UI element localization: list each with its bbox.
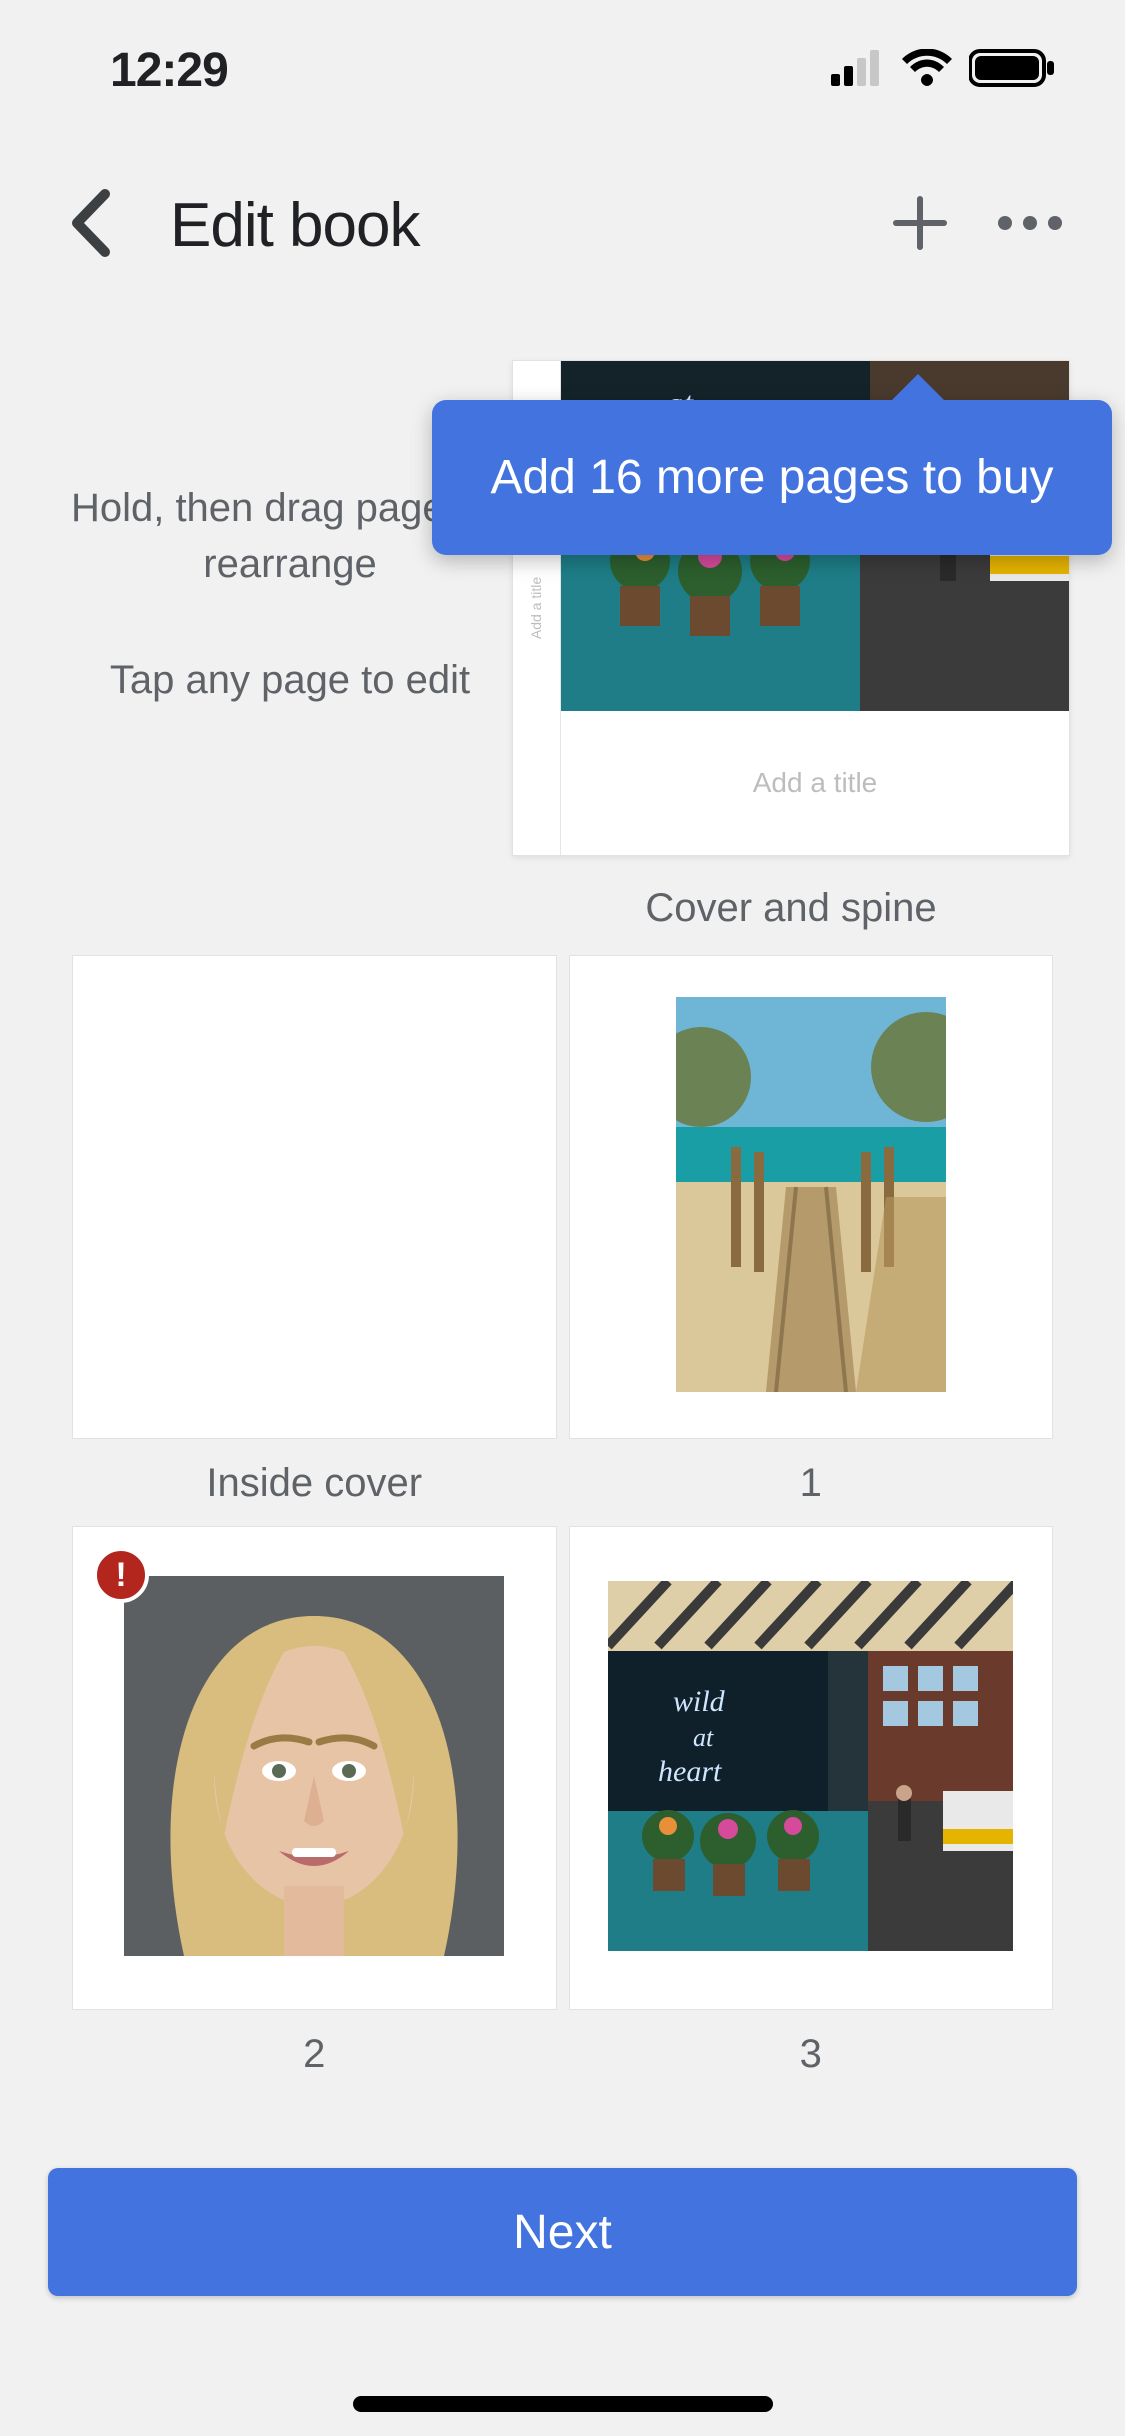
svg-text:heart: heart xyxy=(658,1755,722,1788)
pages-grid: Inside cover xyxy=(72,955,1053,2077)
svg-text:at: at xyxy=(693,1723,714,1752)
chevron-left-icon xyxy=(67,188,113,263)
cell-page-1: 1 xyxy=(569,955,1054,1506)
page-1-photo xyxy=(676,997,946,1397)
next-label: Next xyxy=(513,2205,612,2260)
page-2[interactable]: ! xyxy=(72,1526,557,2010)
cell-page-2: ! xyxy=(72,1526,557,2077)
cover-title-area: Add a title xyxy=(561,711,1069,855)
wifi-icon xyxy=(901,49,953,92)
page-inside-cover[interactable] xyxy=(72,955,557,1439)
plus-icon xyxy=(890,193,950,258)
svg-text:wild: wild xyxy=(673,1685,726,1718)
home-indicator xyxy=(353,2396,773,2412)
warning-badge: ! xyxy=(93,1547,149,1603)
instruction-tap: Tap any page to edit xyxy=(70,652,510,708)
caption-page-2: 2 xyxy=(72,2032,557,2077)
cover-title-placeholder: Add a title xyxy=(753,767,878,799)
caption-inside-cover: Inside cover xyxy=(72,1461,557,1506)
cell-page-3: wild at heart xyxy=(569,1526,1054,2077)
header: Edit book xyxy=(0,150,1125,300)
exclamation-icon: ! xyxy=(115,1556,126,1595)
page-3-photo: wild at heart xyxy=(608,1581,1013,1956)
add-button[interactable] xyxy=(865,170,975,280)
page-3[interactable]: wild at heart xyxy=(569,1526,1054,2010)
page-title: Edit book xyxy=(170,190,420,261)
spine-placeholder: Add a title xyxy=(529,577,545,639)
caption-page-3: 3 xyxy=(569,2032,1054,2077)
battery-icon xyxy=(969,48,1055,93)
status-time: 12:29 xyxy=(110,43,228,98)
status-indicators xyxy=(831,48,1055,93)
cellular-icon xyxy=(831,50,885,91)
more-button[interactable] xyxy=(975,170,1085,280)
more-horizontal-icon xyxy=(995,213,1065,238)
next-button[interactable]: Next xyxy=(48,2168,1077,2296)
cell-inside-cover: Inside cover xyxy=(72,955,557,1506)
tooltip-text: Add 16 more pages to buy xyxy=(490,451,1053,504)
caption-page-1: 1 xyxy=(569,1461,1054,1506)
page-1[interactable] xyxy=(569,955,1054,1439)
back-button[interactable] xyxy=(40,175,140,275)
add-pages-tooltip: Add 16 more pages to buy xyxy=(432,400,1112,555)
page-2-photo xyxy=(124,1576,504,1961)
status-bar: 12:29 xyxy=(0,0,1125,140)
cover-caption: Cover and spine xyxy=(512,886,1070,931)
